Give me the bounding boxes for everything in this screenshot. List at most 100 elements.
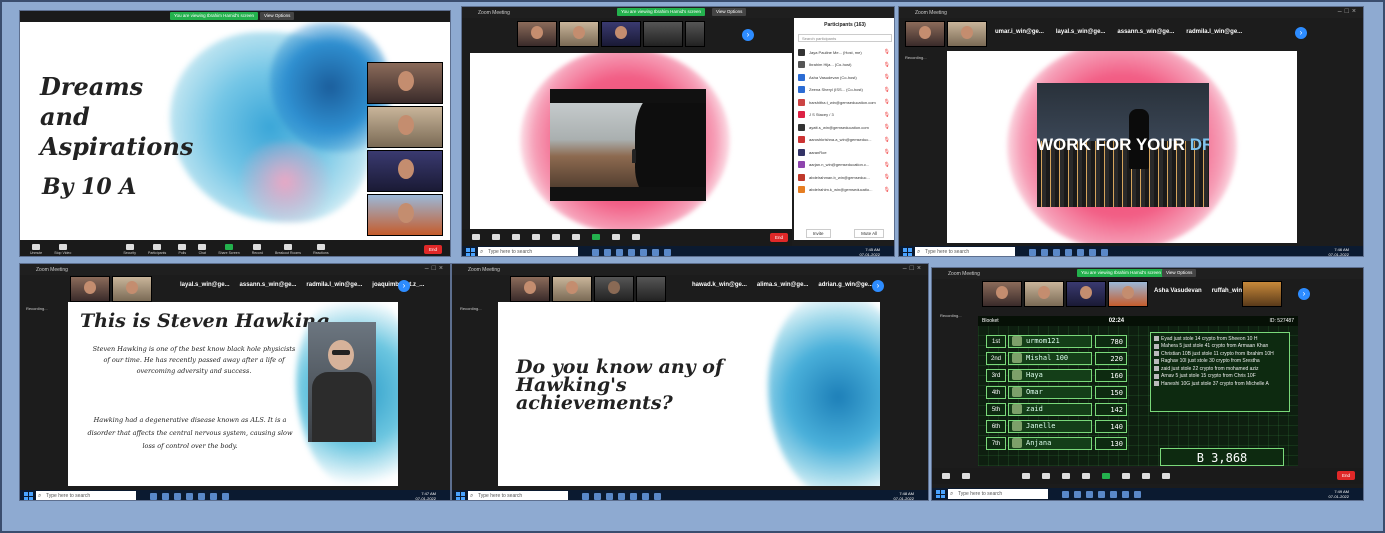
windows-start-icon[interactable] <box>465 247 475 256</box>
video-tile <box>510 276 550 302</box>
participants-button[interactable] <box>1042 472 1050 480</box>
participant-row[interactable]: Zeena Sheryl (ISS... (Co-host) 🎙︎ <box>794 84 894 97</box>
share-screen-button[interactable] <box>1102 472 1110 480</box>
view-options-button[interactable]: View Options <box>712 8 747 16</box>
panel-video-slide: Zoom Meeting You are viewing Ibrahim Ham… <box>461 6 895 257</box>
taskbar-search-input[interactable]: Type here to search <box>478 247 578 256</box>
taskbar-search-input[interactable]: Type here to search <box>36 491 136 500</box>
taskbar-search-input[interactable]: Type here to search <box>915 247 1015 256</box>
end-meeting-button[interactable]: End <box>424 245 442 254</box>
video-strip <box>510 276 666 302</box>
slide-canvas: Dreams and Aspirations By 10 A <box>20 22 450 240</box>
polls-button[interactable] <box>1062 472 1070 480</box>
record-button[interactable] <box>1122 472 1130 480</box>
game-timer: 02:24 <box>1108 318 1125 324</box>
video-tile <box>1242 281 1282 307</box>
polls-button[interactable]: Polls <box>178 243 187 255</box>
blook-icon <box>1154 373 1159 379</box>
next-page-icon[interactable]: › <box>872 280 884 292</box>
participants-button[interactable]: Participants <box>148 243 166 255</box>
breakout-rooms-button[interactable] <box>1142 472 1150 480</box>
stop-video-button[interactable] <box>492 234 500 241</box>
mic-muted-icon: 🎙︎ <box>883 124 890 131</box>
end-meeting-button[interactable]: End <box>770 233 788 242</box>
participant-row[interactable]: Ibrahim Hija... (Co-host) 🎙︎ <box>794 59 894 72</box>
chat-button[interactable]: Chat <box>198 243 207 255</box>
slide-canvas: This is Steven Hawking Steven Hawking is… <box>68 302 398 486</box>
participants-button[interactable] <box>532 234 540 241</box>
taskbar-search-input[interactable]: Type here to search <box>468 491 568 500</box>
next-page-icon[interactable]: › <box>1298 288 1310 300</box>
security-button[interactable] <box>1022 472 1030 480</box>
taskbar-search-input[interactable]: Type here to search <box>948 489 1048 499</box>
participant-row[interactable]: Asha Vasudevan (Co-host) 🎙︎ <box>794 71 894 84</box>
participant-avatar <box>798 186 805 194</box>
windows-start-icon[interactable] <box>455 491 465 500</box>
panel-dreams-video: Zoom Meeting –□× umar.i_win@ge... layal.… <box>898 6 1364 257</box>
participant-row[interactable]: ayatt.s_win@gemseducation.com 🎙︎ <box>794 121 894 134</box>
windows-start-icon[interactable] <box>23 491 33 500</box>
mute-all-button[interactable]: Mute All <box>854 229 885 238</box>
recording-indicator: Recording... <box>905 55 927 60</box>
stop-video-button[interactable] <box>962 472 970 480</box>
view-options-button[interactable]: View Options <box>1162 269 1197 277</box>
chat-button[interactable] <box>1082 472 1090 480</box>
security-button[interactable] <box>512 234 520 241</box>
window-title: Zoom Meeting <box>948 270 980 277</box>
leaderboard-score: 780 <box>1095 334 1127 348</box>
participant-row[interactable]: harshitha.t_win@gemseducation.com 🎙︎ <box>794 96 894 109</box>
windows-start-icon[interactable] <box>935 489 945 499</box>
participant-name: layal.s_win@ge... <box>180 282 230 288</box>
video-tile <box>1066 281 1106 307</box>
leaderboard-row: 3rd Haya 160 <box>986 368 1127 382</box>
invite-button[interactable]: Invite <box>805 229 831 238</box>
polls-button[interactable] <box>552 234 560 241</box>
view-options-button[interactable]: View Options <box>260 12 295 20</box>
breakout-rooms-button[interactable]: Breakout Rooms <box>275 243 301 255</box>
more-button[interactable] <box>632 234 640 241</box>
unmute-button[interactable]: Unmute <box>30 243 42 255</box>
blook-icon <box>1154 381 1159 387</box>
steal-feed-box: Eyad just stole 14 crypto from Sheeon 10… <box>1150 332 1290 412</box>
participant-row-name: aarjan.n_win@gemseducation.c... <box>809 162 870 168</box>
next-page-icon[interactable]: › <box>742 29 754 41</box>
share-screen-button[interactable] <box>592 234 600 241</box>
participant-row[interactable]: Jaya Pauline Me... (Host, me) 🎙︎ <box>794 46 894 59</box>
crypto-total-box: B 3,868 <box>1160 448 1284 466</box>
panel2-titlebar: Zoom Meeting You are viewing Ibrahim Ham… <box>462 7 894 18</box>
participant-row[interactable]: J S Stacey / 3 🎙︎ <box>794 109 894 122</box>
embedded-video[interactable]: WORK FOR YOUR DREAMS <box>1037 83 1209 207</box>
unmute-button[interactable] <box>942 472 950 480</box>
leaderboard-row: 6th Janelle 140 <box>986 419 1127 433</box>
reactions-button[interactable] <box>612 234 620 241</box>
reactions-button[interactable]: Reactions <box>313 243 329 255</box>
video-tile <box>636 276 666 302</box>
end-meeting-button[interactable]: End <box>1337 471 1355 480</box>
participant-row[interactable]: abdelrahim.k_win@gemseducatio... 🎙︎ <box>794 184 894 197</box>
stop-video-button[interactable]: Stop Video <box>54 243 71 255</box>
security-button[interactable]: Security <box>123 243 136 255</box>
record-button[interactable]: Record <box>252 243 263 255</box>
windows-taskbar: Type here to search 7:49 AM07-01-2022 <box>932 488 1363 500</box>
windows-start-icon[interactable] <box>902 247 912 256</box>
next-page-icon[interactable]: › <box>398 280 410 292</box>
leaderboard-rank: 1st <box>986 334 1006 348</box>
share-screen-button[interactable]: Share Screen <box>218 243 240 255</box>
name-strip: umar.i_win@ge... layal.s_win@ge... assan… <box>995 29 1242 35</box>
embedded-video[interactable] <box>550 89 706 201</box>
reactions-button[interactable] <box>1162 472 1170 480</box>
panel4-titlebar: Zoom Meeting –□× <box>20 264 450 275</box>
leaderboard-row: 4th Omar 150 <box>986 385 1127 399</box>
participant-search-input[interactable]: Search participants <box>798 34 892 42</box>
panel3-titlebar: Zoom Meeting –□× <box>899 7 1363 18</box>
unmute-button[interactable] <box>472 234 480 241</box>
participant-row[interactable]: aaroshkrishna.a_win@gemseduc... 🎙︎ <box>794 134 894 147</box>
participant-avatar <box>798 148 805 156</box>
participants-panel: Participants (163) Search participants J… <box>794 18 894 240</box>
chat-button[interactable] <box>572 234 580 241</box>
participant-row[interactable]: aarjan.n_win@gemseducation.c... 🎙︎ <box>794 159 894 172</box>
participant-row[interactable]: aaranRoe 🎙︎ <box>794 146 894 159</box>
participant-row[interactable]: abdelrahman.b_win@gemseduc... 🎙︎ <box>794 171 894 184</box>
leaderboard-player: urmom121 <box>1008 334 1092 348</box>
next-page-icon[interactable]: › <box>1295 27 1307 39</box>
